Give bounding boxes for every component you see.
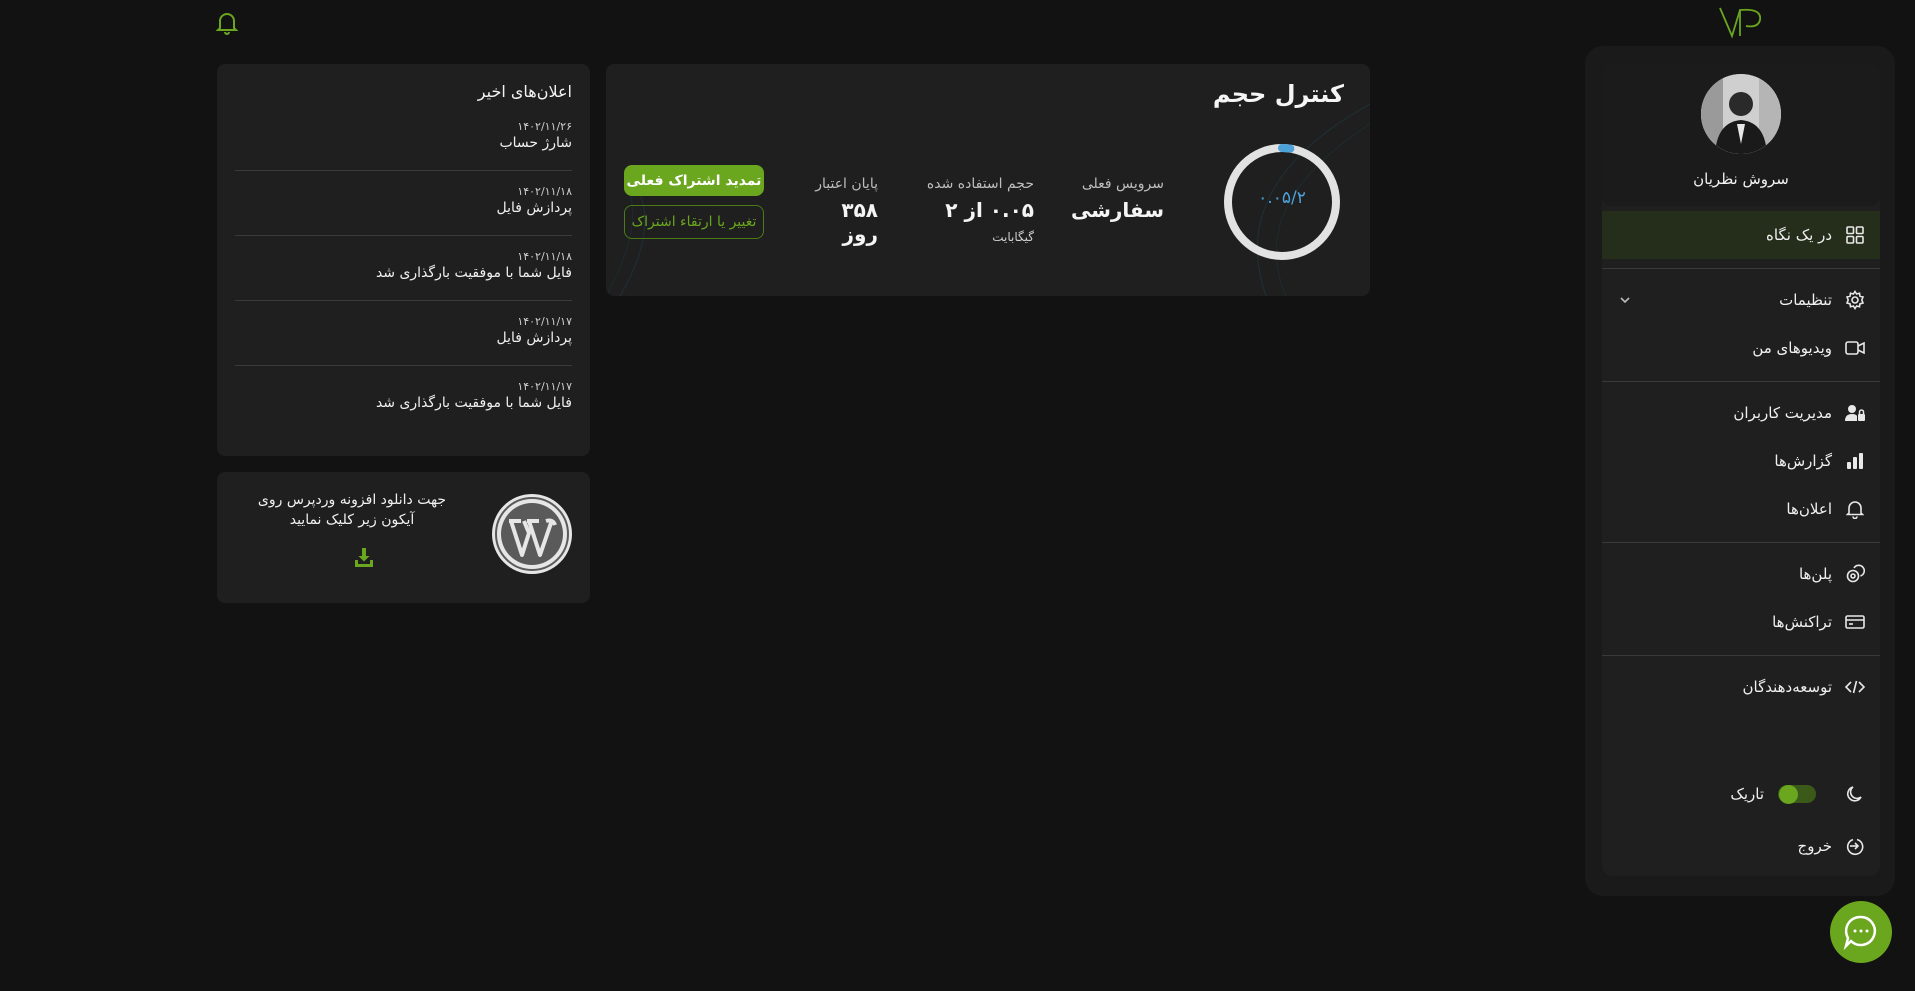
sidebar-item-dashboard[interactable]: در یک نگاه [1602,211,1880,259]
gauge-value: ۰.۰۵/۲ [1258,188,1306,208]
notification-text: فایل شما با موفقیت بارگذاری شد [375,265,572,281]
logout-button[interactable]: خروج [1602,822,1880,870]
used-volume-value: ۰.۰۵ از ۲ گیگابایت [906,198,1034,246]
sidebar-item-label: ویدیوهای من [1752,339,1832,357]
expiry-label: پایان اعتبار [815,176,878,192]
used-volume: حجم استفاده شده ۰.۰۵ از ۲ گیگابایت [906,176,1034,246]
logout-label: خروج [1797,837,1832,855]
sidebar-item-my-videos[interactable]: ویدیوهای من [1602,324,1880,372]
sidebar-item-label: در یک نگاه [1766,226,1832,244]
divider [1602,381,1880,382]
expiry: پایان اعتبار ۳۵۸ روز [800,176,878,246]
bell-icon [1844,498,1866,520]
list-item[interactable]: ۱۴۰۲/۱۱/۱۸ فایل شما با موفقیت بارگذاری ش… [235,250,572,281]
code-icon [1844,676,1866,698]
notification-text: پردازش فایل [496,200,572,216]
sidebar-item-label: توسعه‌دهندگان [1742,678,1833,696]
volume-title: کنترل حجم [1212,80,1344,108]
profile-name: سروش نظریان [1693,170,1789,188]
theme-toggle-row[interactable]: تاریک [1602,770,1880,818]
notification-date: ۱۴۰۲/۱۱/۱۸ [517,185,572,198]
sidebar-item-developers[interactable]: توسعه‌دهندگان [1602,663,1880,711]
wordpress-plugin-text: جهت دانلود افزونه وردپرس روی آیکون زیر ک… [250,490,454,530]
logout-icon [1844,835,1866,857]
chat-bubble-icon [1843,915,1877,951]
current-service-value: سفارشی [1071,198,1164,222]
video-icon [1844,337,1866,359]
upgrade-subscription-button[interactable]: تغییر یا ارتقاء اشتراک [624,205,764,239]
notification-text: پردازش فایل [496,330,572,346]
notification-text: شارژ حساب [499,135,572,151]
notification-date: ۱۴۰۲/۱۱/۱۷ [517,315,572,328]
recent-notifications-title: اعلان‌های اخیر [477,82,572,101]
gear-icon [1844,289,1866,311]
avatar[interactable] [1701,74,1781,154]
divider [235,170,572,171]
wordpress-logo-icon [492,494,572,574]
wordpress-text-line2: آیکون زیر کلیک نمایید [289,512,415,528]
used-volume-number: ۰.۰۵ از ۲ [945,198,1034,222]
notification-date: ۱۴۰۲/۱۱/۱۸ [517,250,572,263]
sidebar-item-label: مدیریت کاربران [1733,404,1832,422]
divider [235,235,572,236]
divider [1602,542,1880,543]
sidebar-item-label: پلن‌ها [1798,565,1832,583]
credit-card-icon [1844,611,1866,633]
sidebar-item-label: تراکنش‌ها [1772,613,1832,631]
notification-date: ۱۴۰۲/۱۱/۲۶ [517,120,572,133]
sidebar-item-plans[interactable]: پلن‌ها [1602,550,1880,598]
list-item[interactable]: ۱۴۰۲/۱۱/۲۶ شارژ حساب [235,120,572,151]
sidebar-item-label: گزارش‌ها [1774,452,1832,470]
sidebar-item-notifications[interactable]: اعلان‌ها [1602,485,1880,533]
divider [235,300,572,301]
expiry-value: ۳۵۸ روز [841,198,878,246]
coins-icon [1844,563,1866,585]
download-icon[interactable] [353,546,375,568]
sidebar-item-reports[interactable]: گزارش‌ها [1602,437,1880,485]
theme-toggle-knob [1779,785,1798,804]
renew-subscription-button[interactable]: تمدید اشتراک فعلی [624,165,764,196]
sidebar-item-transactions[interactable]: تراکنش‌ها [1602,598,1880,646]
moon-icon [1844,783,1866,805]
notification-text: فایل شما با موفقیت بارگذاری شد [375,395,572,411]
notifications-bell-icon[interactable] [215,10,239,36]
sidebar-item-user-management[interactable]: مدیریت کاربران [1602,389,1880,437]
chevron-down-icon[interactable] [1616,291,1634,309]
logo [1718,4,1766,40]
wordpress-text-line1: جهت دانلود افزونه وردپرس روی [257,492,447,508]
notification-date: ۱۴۰۲/۱۱/۱۷ [517,380,572,393]
current-service: سرویس فعلی سفارشی [1060,176,1164,222]
used-volume-unit: گیگابایت [992,230,1034,244]
list-item[interactable]: ۱۴۰۲/۱۱/۱۸ پردازش فایل [235,185,572,216]
divider [1602,655,1880,656]
divider [235,365,572,366]
list-item[interactable]: ۱۴۰۲/۱۱/۱۷ فایل شما با موفقیت بارگذاری ش… [235,380,572,411]
theme-label: تاریک [1730,785,1764,803]
sidebar-item-settings[interactable]: تنظیمات [1602,276,1880,324]
chat-button[interactable] [1830,901,1892,963]
sidebar-item-label: اعلان‌ها [1786,500,1832,518]
grid-icon [1844,224,1866,246]
bar-chart-icon [1844,450,1866,472]
divider [1602,268,1880,269]
current-service-label: سرویس فعلی [1081,176,1164,192]
list-item[interactable]: ۱۴۰۲/۱۱/۱۷ پردازش فایل [235,315,572,346]
used-volume-label: حجم استفاده شده [926,176,1034,192]
user-lock-icon [1844,402,1866,424]
sidebar-item-label: تنظیمات [1779,291,1832,309]
